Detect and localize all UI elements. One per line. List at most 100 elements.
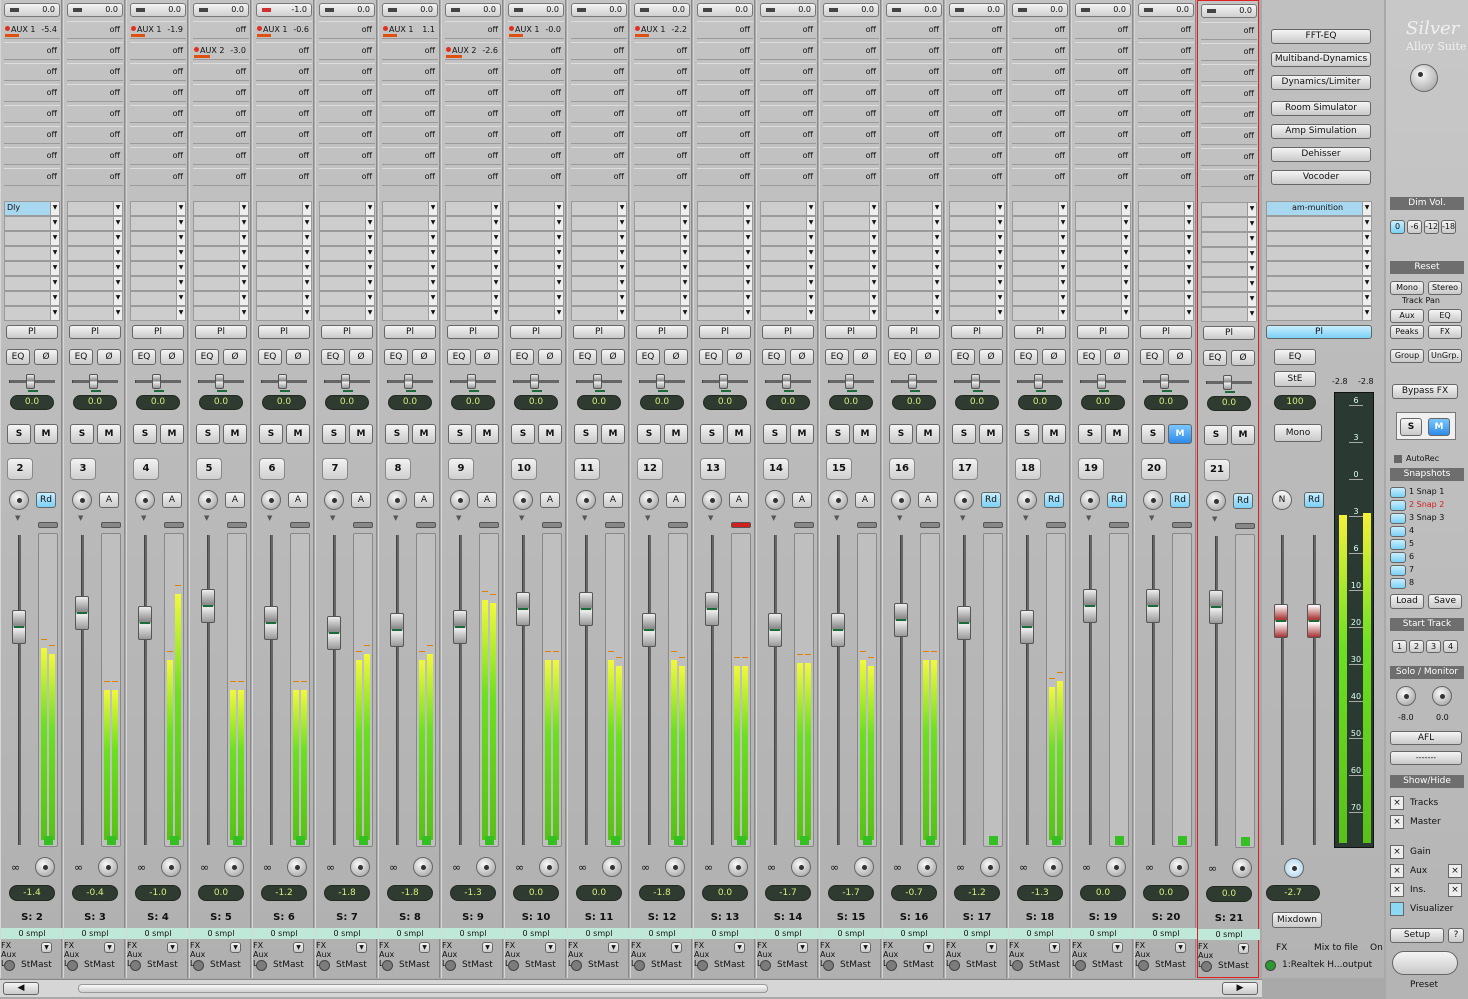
insert-slot[interactable]: ▼ [67, 231, 123, 246]
volume-display[interactable]: -1.0 [135, 885, 181, 901]
output-route[interactable]: StMast [820, 958, 882, 974]
aux-send-slot[interactable]: off [949, 126, 1005, 144]
insert-slot[interactable]: ▼ [760, 231, 816, 246]
aux-dropdown-icon[interactable]: ▼ [986, 942, 997, 953]
aux-send-slot[interactable]: AUX 1 -2.2 [634, 21, 690, 39]
record-arm-button[interactable]: A [225, 492, 245, 508]
eq-button[interactable]: EQ [510, 349, 534, 365]
insert-slot[interactable]: ▼ [130, 291, 186, 306]
dropdown-arrow-icon[interactable]: ▼ [932, 217, 941, 230]
output-route[interactable]: StMast [1135, 958, 1197, 974]
pan-display[interactable]: 0.0 [1144, 395, 1188, 410]
eq-button[interactable]: EQ [699, 349, 723, 365]
master-insert-slot[interactable]: ▼ [1266, 276, 1372, 291]
clip-indicator[interactable] [983, 522, 1003, 528]
record-arm-button[interactable]: A [792, 492, 812, 508]
speaker-icon[interactable] [1232, 858, 1252, 878]
delay-samples[interactable]: 0 smpl [1072, 928, 1134, 939]
phase-button[interactable]: Ø [853, 349, 877, 365]
mute-button[interactable]: M [790, 424, 814, 444]
insert-slot[interactable]: ▼ [1012, 216, 1068, 231]
snapshot-label[interactable]: 7 [1409, 565, 1414, 574]
dropdown-arrow-icon[interactable]: ▼ [50, 202, 59, 215]
insert-slot[interactable]: ▼ [1201, 262, 1257, 277]
insert-slot[interactable]: ▼ [382, 216, 438, 231]
fx-toggle[interactable]: FX [379, 941, 441, 950]
insert-slot[interactable]: ▼ [1075, 246, 1131, 261]
pan-knob[interactable] [278, 374, 290, 392]
pan-display[interactable]: 0.0 [577, 395, 621, 410]
aux-send-slot[interactable]: off [130, 126, 186, 144]
dropdown-arrow-icon[interactable]: ▼ [1058, 202, 1067, 215]
fx-toggle[interactable]: FX [757, 941, 819, 950]
phase-button[interactable]: Ø [1105, 349, 1129, 365]
pan-knob[interactable] [467, 374, 479, 392]
aux-send-slot[interactable]: off [256, 147, 312, 165]
fx-module-button[interactable]: Dehisser [1271, 147, 1371, 162]
visualizer-checkbox[interactable] [1390, 902, 1404, 916]
solo-level-knob[interactable] [1396, 686, 1416, 706]
insert-slot[interactable]: ▼ [634, 201, 690, 216]
aux-send-slot[interactable]: off [382, 105, 438, 123]
dropdown-arrow-icon[interactable]: ▼ [869, 217, 878, 230]
aux-send-slot[interactable]: off [193, 21, 249, 39]
link-icon[interactable]: ∞ [641, 861, 650, 874]
aux-send-slot[interactable]: AUX 1 -1.9 [130, 21, 186, 39]
snapshot-slot[interactable] [1390, 578, 1406, 589]
dropdown-arrow-icon[interactable]: ▼ [680, 277, 689, 290]
insert-slot[interactable]: ▼ [886, 291, 942, 306]
aux-send-slot[interactable]: off [4, 126, 60, 144]
dropdown-arrow-icon[interactable]: ▼ [1058, 307, 1067, 320]
dropdown-arrow-icon[interactable]: ▼ [302, 247, 311, 260]
aux-send-slot[interactable]: off [823, 21, 879, 39]
vis-gain-checkbox[interactable]: × [1390, 845, 1404, 859]
dropdown-arrow-icon[interactable]: ▼ [995, 202, 1004, 215]
dim-option[interactable]: 0 [1390, 220, 1405, 234]
aux-send-slot[interactable]: AUX 1 -0.0 [508, 21, 564, 39]
plugin-button[interactable]: Pl [1203, 326, 1255, 340]
aux-send-slot[interactable]: off [1138, 168, 1194, 186]
aux-dropdown-icon[interactable]: ▼ [608, 942, 619, 953]
solo-button[interactable]: S [511, 424, 535, 444]
output-route[interactable]: StMast [757, 958, 819, 974]
pan-display[interactable]: 0.0 [199, 395, 243, 410]
aux-send-slot[interactable]: off [571, 168, 627, 186]
aux-send-slot[interactable]: off [67, 147, 123, 165]
insert-slot[interactable]: ▼ [508, 216, 564, 231]
input-knob[interactable] [1080, 490, 1100, 510]
dropdown-arrow-icon[interactable]: ▼ [869, 202, 878, 215]
dropdown-arrow-icon[interactable]: ▼ [680, 217, 689, 230]
volume-fader[interactable] [705, 592, 719, 626]
aux-send-slot[interactable]: off [697, 42, 753, 60]
solo-button[interactable]: S [196, 424, 220, 444]
record-arm-button[interactable]: A [162, 492, 182, 508]
dropdown-arrow-icon[interactable]: ▼ [1247, 218, 1256, 231]
dropdown-arrow-icon[interactable]: ▼ [113, 217, 122, 230]
output-route[interactable]: StMast [379, 958, 441, 974]
aux-send-slot[interactable]: off [823, 105, 879, 123]
dropdown-arrow-icon[interactable]: ▼ [428, 247, 437, 260]
input-knob[interactable] [513, 490, 533, 510]
insert-slot[interactable]: ▼ [67, 246, 123, 261]
delay-samples[interactable]: 0 smpl [253, 928, 315, 939]
dropdown-arrow-icon[interactable]: ▼ [1121, 277, 1130, 290]
dropdown-arrow-icon[interactable]: ▼ [113, 292, 122, 305]
snapshot-label[interactable]: 4 [1409, 526, 1414, 535]
insert-slot[interactable]: ▼ [634, 261, 690, 276]
scroll-right-button[interactable]: ▶ [1222, 982, 1258, 995]
dropdown-arrow-icon[interactable]: ▼ [302, 232, 311, 245]
insert-slot[interactable]: ▼ [634, 246, 690, 261]
aux-send-slot[interactable]: off [1201, 43, 1257, 61]
aux-dropdown-icon[interactable]: ▼ [671, 942, 682, 953]
on-label[interactable]: On [1370, 943, 1383, 953]
aux-send-slot[interactable]: off [571, 42, 627, 60]
dropdown-arrow-icon[interactable]: ▼ [302, 202, 311, 215]
insert-slot[interactable]: ▼ [508, 306, 564, 321]
dropdown-arrow-icon[interactable]: ▼ [617, 217, 626, 230]
input-knob[interactable] [576, 490, 596, 510]
link-icon[interactable]: ∞ [830, 861, 839, 874]
speaker-icon[interactable] [35, 857, 55, 877]
insert-slot[interactable]: ▼ [445, 306, 501, 321]
insert-slot[interactable]: ▼ [697, 276, 753, 291]
volume-fader[interactable] [264, 606, 278, 640]
